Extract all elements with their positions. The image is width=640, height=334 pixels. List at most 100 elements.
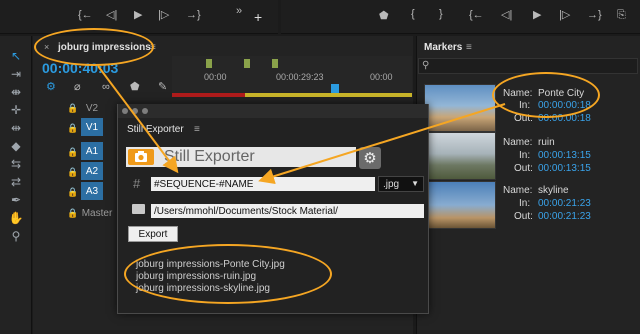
marker-thumbnail[interactable] (424, 84, 496, 132)
folder-path-input[interactable]: /Users/mmohl/Documents/Stock Material/ (151, 204, 424, 218)
linked-selection-icon[interactable]: ⌀ (74, 82, 81, 93)
lock-icon[interactable]: 🔒 (67, 208, 78, 218)
marker-flag-icon[interactable] (206, 59, 212, 68)
rolling-edit-icon[interactable]: ✛ (6, 102, 26, 118)
add-button-icon[interactable]: + (254, 10, 262, 24)
pen-icon[interactable]: ✒ (6, 192, 26, 208)
settings-gear-icon[interactable]: ⚙ (359, 147, 381, 169)
zoom-icon[interactable]: ⚲ (6, 228, 26, 244)
ruler-time-2: 00:00:29:23 (276, 72, 324, 82)
marker-out[interactable]: 00:00:13:15 (538, 163, 591, 174)
marker-in[interactable]: 00:00:00:18 (538, 100, 591, 111)
go-to-out-icon[interactable]: →} (186, 10, 201, 21)
export-button[interactable]: Export (128, 226, 178, 242)
snap-icon[interactable]: ⚙ (46, 82, 56, 93)
mark-out-icon[interactable]: } (439, 9, 443, 20)
lock-icon[interactable]: 🔒 (67, 167, 78, 177)
lift-icon[interactable]: ⎘ (617, 10, 626, 21)
markers-search-input[interactable]: ⚲ (418, 58, 638, 74)
marker-in-label: In: (519, 100, 531, 111)
marker-name[interactable]: ruin (538, 137, 555, 148)
go-to-in-icon[interactable]: {← (469, 10, 484, 21)
search-icon: ⚲ (422, 60, 430, 71)
marker-in[interactable]: 00:00:21:23 (538, 198, 591, 209)
add-marker-icon[interactable]: ⬟ (379, 11, 389, 22)
step-back-icon[interactable]: ◁| (106, 10, 117, 21)
wrench-icon[interactable]: ✎ (158, 82, 167, 93)
lock-icon[interactable]: 🔒 (67, 147, 78, 157)
link-icon[interactable]: ∞ (102, 82, 110, 93)
go-to-in-icon[interactable]: {← (78, 10, 93, 21)
marker-in-label: In: (519, 150, 531, 161)
track-label[interactable]: A3 (81, 182, 103, 200)
play-icon[interactable]: ▶ (533, 10, 541, 21)
window-minimize-icon[interactable] (132, 108, 138, 114)
folder-icon[interactable] (132, 204, 145, 214)
panel-menu-icon[interactable]: ≡ (194, 124, 200, 135)
filename-pattern-input[interactable]: #SEQUENCE-#NAME (151, 177, 375, 191)
window-zoom-icon[interactable] (142, 108, 148, 114)
go-to-out-icon[interactable]: →} (587, 10, 602, 21)
format-select[interactable]: .jpg ▼ (378, 176, 424, 192)
slide-icon[interactable]: ⇄ (6, 174, 26, 190)
selection-tool-icon[interactable]: ↖ (6, 48, 26, 64)
output-file: joburg impressions-ruin.jpg (136, 271, 257, 282)
window-titlebar[interactable] (118, 104, 428, 118)
panel-menu-icon[interactable]: ≡ (466, 42, 472, 53)
in-out-bar (245, 93, 412, 97)
camera-icon (128, 149, 154, 165)
lock-icon[interactable]: 🔒 (67, 123, 78, 133)
marker-name-label: Name: (503, 88, 533, 99)
track-label[interactable]: V1 (81, 118, 103, 136)
marker-name-label: Name: (503, 137, 533, 148)
format-value: .jpg (383, 178, 400, 190)
marker-out[interactable]: 00:00:21:23 (538, 211, 591, 222)
add-marker-icon[interactable]: ⬟ (130, 82, 140, 93)
hash-icon: # (133, 176, 141, 191)
playhead-timecode[interactable]: 00:00:40:03 (42, 60, 118, 76)
marker-out-label: Out: (514, 211, 533, 222)
window-close-icon[interactable] (122, 108, 128, 114)
slip-icon[interactable]: ⇆ (6, 156, 26, 172)
ripple-edit-icon[interactable]: ⇼ (6, 84, 26, 100)
hand-icon[interactable]: ✋ (6, 210, 26, 226)
marker-flag-icon[interactable] (272, 59, 278, 68)
track-label[interactable]: Master (77, 204, 117, 222)
marker-out-label: Out: (514, 163, 533, 174)
marker-name[interactable]: skyline (538, 185, 569, 196)
tool-strip: ↖ ⇥ ⇼ ✛ ⇹ ◆ ⇆ ⇄ ✒ ✋ ⚲ (0, 36, 32, 334)
mark-in-icon[interactable]: { (411, 9, 415, 20)
chevron-down-icon: ▼ (411, 179, 419, 188)
lock-icon[interactable]: 🔒 (67, 187, 78, 197)
ruler-time-3: 00:00 (370, 72, 393, 82)
source-transport-bar: {← ◁| ▶ |▷ →} » + (0, 0, 278, 34)
step-forward-icon[interactable]: |▷ (158, 10, 169, 21)
marker-out[interactable]: 00:00:00:18 (538, 113, 591, 124)
marker-in-label: In: (519, 198, 531, 209)
razor-icon[interactable]: ◆ (6, 138, 26, 154)
output-file: joburg impressions-Ponte City.jpg (136, 259, 285, 270)
marker-flag-icon[interactable] (244, 59, 250, 68)
marker-in[interactable]: 00:00:13:15 (538, 150, 591, 161)
track-label[interactable]: A1 (81, 142, 103, 160)
lock-icon[interactable]: 🔒 (67, 103, 78, 113)
step-back-icon[interactable]: ◁| (501, 10, 512, 21)
sequence-tab[interactable]: joburg impressions (58, 42, 151, 53)
panel-menu-icon[interactable]: ≡ (150, 42, 156, 53)
play-icon[interactable]: ▶ (134, 10, 142, 21)
rate-stretch-icon[interactable]: ⇹ (6, 120, 26, 136)
markers-title: Markers (424, 42, 463, 53)
marker-thumbnail[interactable] (424, 132, 496, 180)
track-label[interactable]: V2 (81, 99, 103, 117)
marker-name[interactable]: Ponte City (538, 88, 584, 99)
marker-name-label: Name: (503, 185, 533, 196)
more-controls-icon[interactable]: » (236, 6, 242, 17)
track-select-icon[interactable]: ⇥ (6, 66, 26, 82)
close-tab-icon[interactable]: × (44, 42, 49, 52)
step-forward-icon[interactable]: |▷ (559, 10, 570, 21)
marker-thumbnail[interactable] (424, 181, 496, 229)
marker-out-label: Out: (514, 113, 533, 124)
output-file: joburg impressions-skyline.jpg (136, 283, 270, 294)
exporter-header-title: Still Exporter (164, 148, 255, 165)
track-label[interactable]: A2 (81, 162, 103, 180)
